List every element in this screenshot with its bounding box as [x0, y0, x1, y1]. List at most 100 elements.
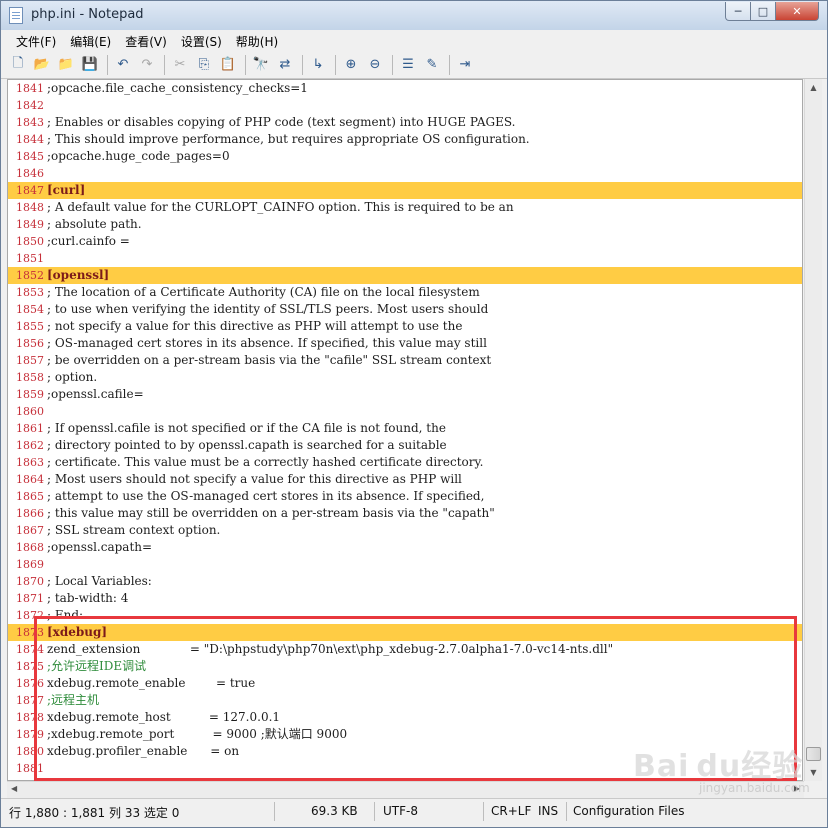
goto-icon[interactable]: ↳: [307, 54, 329, 76]
editor-line[interactable]: 1874 zend_extension = "D:\phpstudy\php70n…: [8, 641, 802, 658]
maximize-button[interactable]: □: [751, 2, 776, 21]
editor-line[interactable]: 1873 [xdebug]: [8, 624, 802, 641]
new-file-icon[interactable]: 🗋: [7, 54, 29, 76]
editor-line[interactable]: 1870; Local Variables:: [8, 573, 802, 590]
menu-bar: 文件(F) 编辑(E) 查看(V) 设置(S) 帮助(H): [1, 30, 827, 51]
editor-line[interactable]: 1850 ;curl.cainfo =: [8, 233, 802, 250]
line-text: ; This should improve performance, but r…: [47, 132, 530, 146]
editor-line[interactable]: 1851: [8, 250, 802, 267]
scroll-left-icon[interactable]: ◀: [11, 784, 17, 793]
line-number: 1860: [16, 405, 44, 418]
menu-settings[interactable]: 设置(S): [174, 30, 229, 51]
notepad-app-icon[interactable]: [9, 7, 23, 24]
editor-line[interactable]: 1845 ;opcache.huge_code_pages=0: [8, 148, 802, 165]
editor-line[interactable]: 1867; SSL stream context option.: [8, 522, 802, 539]
line-number: 1867: [16, 524, 44, 537]
undo-icon[interactable]: ↶: [112, 54, 134, 76]
text-editor[interactable]: 1841 ;opcache.file_cache_consistency_chec…: [7, 79, 803, 781]
line-number: 1869: [16, 558, 44, 571]
editor-line[interactable]: 1854; to use when verifying the identity…: [8, 301, 802, 318]
editor-line[interactable]: 1847 [curl]: [8, 182, 802, 199]
editor-line[interactable]: 1865; attempt to use the OS-managed cert…: [8, 488, 802, 505]
line-text: ; tab-width: 4: [47, 591, 129, 605]
scroll-down-icon[interactable]: ▼: [807, 766, 820, 779]
menu-edit[interactable]: 编辑(E): [63, 30, 118, 51]
minimize-button[interactable]: ─: [725, 2, 751, 21]
line-number: 1841: [16, 82, 44, 95]
editor-line[interactable]: 1841 ;opcache.file_cache_consistency_chec…: [8, 80, 802, 97]
editor-line[interactable]: 1849; absolute path.: [8, 216, 802, 233]
zoom-out-icon[interactable]: ⊖: [364, 54, 386, 76]
redo-icon[interactable]: ↷: [136, 54, 158, 76]
line-number: 1847: [16, 184, 44, 197]
editor-line[interactable]: 1861; If openssl.cafile is not specified…: [8, 420, 802, 437]
line-text: ; A default value for the CURLOPT_CAINFO…: [47, 200, 514, 214]
menu-file[interactable]: 文件(F): [9, 30, 63, 51]
line-number: 1873: [16, 626, 44, 639]
editor-line[interactable]: 1848; A default value for the CURLOPT_CA…: [8, 199, 802, 216]
cut-icon[interactable]: ✂: [169, 54, 191, 76]
editor-line[interactable]: 1855; not specify a value for this direc…: [8, 318, 802, 335]
editor-line[interactable]: 1844; This should improve performance, b…: [8, 131, 802, 148]
editor-line[interactable]: 1872; End:: [8, 607, 802, 624]
open-icon[interactable]: 📂: [31, 54, 53, 76]
editor-line[interactable]: 1871; tab-width: 4: [8, 590, 802, 607]
editor-line[interactable]: 1864; Most users should not specify a va…: [8, 471, 802, 488]
line-text: ;xdebug.remote_port = 9000 ;默认端口 9000: [47, 727, 348, 741]
line-number: 1879: [16, 728, 44, 741]
notepad-window: php.ini - Notepad ─ □ ✕ 文件(F) 编辑(E) 查看(V…: [0, 0, 828, 828]
options-icon[interactable]: ☰: [397, 54, 419, 76]
line-number: 1875: [16, 660, 44, 673]
save-icon[interactable]: 💾: [79, 54, 101, 76]
editor-line[interactable]: 1863; certificate. This value must be a …: [8, 454, 802, 471]
editor-line[interactable]: 1860: [8, 403, 802, 420]
editor-line[interactable]: 1846: [8, 165, 802, 182]
editor-line[interactable]: 1859 ;openssl.cafile=: [8, 386, 802, 403]
zoom-in-icon[interactable]: ⊕: [340, 54, 362, 76]
menu-view[interactable]: 查看(V): [118, 30, 174, 51]
line-text: ; directory pointed to by openssl.capath…: [47, 438, 447, 452]
close-button[interactable]: ✕: [776, 2, 819, 21]
editor-line[interactable]: 1858; option.: [8, 369, 802, 386]
copy-icon[interactable]: ⎘: [193, 54, 215, 76]
editor-line[interactable]: 1868 ;openssl.capath=: [8, 539, 802, 556]
paste-icon[interactable]: 📋: [217, 54, 239, 76]
line-number: 1844: [16, 133, 44, 146]
editor-line[interactable]: 1876 xdebug.remote_enable = true: [8, 675, 802, 692]
line-text: ; Local Variables:: [47, 574, 152, 588]
editor-line[interactable]: 1875 ;允许远程IDE调试: [8, 658, 802, 675]
editor-line[interactable]: 1869: [8, 556, 802, 573]
line-number: 1853: [16, 286, 44, 299]
line-number: 1878: [16, 711, 44, 724]
status-divider: [274, 802, 275, 821]
line-number: 1866: [16, 507, 44, 520]
title-bar[interactable]: php.ini - Notepad ─ □ ✕: [1, 1, 827, 30]
scrollbar-thumb[interactable]: [806, 747, 821, 761]
line-number: 1872: [16, 609, 44, 622]
editor-line[interactable]: 1862; directory pointed to by openssl.ca…: [8, 437, 802, 454]
editor-line[interactable]: 1856; OS-managed cert stores in its abse…: [8, 335, 802, 352]
scheme-icon[interactable]: ✎: [421, 54, 443, 76]
line-text: ;openssl.capath=: [47, 540, 153, 554]
editor-line[interactable]: 1857; be overridden on a per-stream basi…: [8, 352, 802, 369]
editor-line[interactable]: 1853; The location of a Certificate Auth…: [8, 284, 802, 301]
open-folder-icon[interactable]: 📁: [55, 54, 77, 76]
editor-line[interactable]: 1877 ;远程主机: [8, 692, 802, 709]
vertical-scrollbar[interactable]: ▲ ▼: [804, 79, 822, 781]
editor-line[interactable]: 1866; this value may still be overridden…: [8, 505, 802, 522]
line-text: xdebug.profiler_enable = on: [47, 744, 240, 758]
replace-icon[interactable]: ⇄: [274, 54, 296, 76]
find-icon[interactable]: 🔭: [250, 54, 272, 76]
exit-icon[interactable]: ⇥: [454, 54, 476, 76]
line-number: 1858: [16, 371, 44, 384]
editor-line[interactable]: 1878 xdebug.remote_host = 127.0.0.1: [8, 709, 802, 726]
status-scheme: Configuration Files: [573, 804, 685, 818]
editor-line[interactable]: 1842: [8, 97, 802, 114]
line-number: 1856: [16, 337, 44, 350]
editor-line[interactable]: 1852 [openssl]: [8, 267, 802, 284]
menu-help[interactable]: 帮助(H): [229, 30, 285, 51]
editor-line[interactable]: 1843; Enables or disables copying of PHP…: [8, 114, 802, 131]
line-text: ; not specify a value for this directive…: [47, 319, 463, 333]
scroll-up-icon[interactable]: ▲: [807, 81, 820, 94]
line-number: 1876: [16, 677, 44, 690]
